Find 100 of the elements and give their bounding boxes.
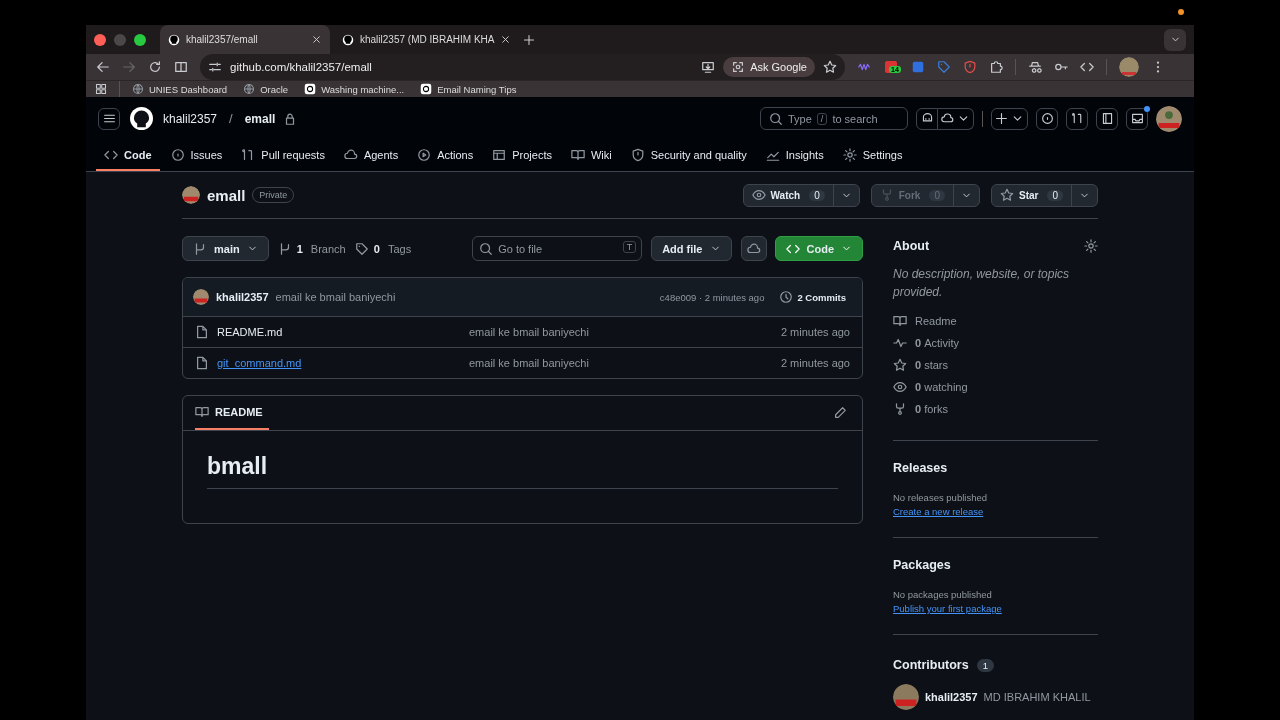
issue-icon [170, 147, 185, 162]
notification-dot [1144, 105, 1150, 112]
contributors-heading: Contributors [893, 658, 969, 672]
plus-icon[interactable] [523, 33, 536, 46]
site-settings-icon[interactable] [208, 60, 222, 74]
about-link[interactable]: 0 watching [915, 381, 968, 393]
repo-nav-tab[interactable]: Agents [335, 140, 407, 171]
book-icon [893, 314, 907, 328]
bookmark[interactable]: UNIES Dashboard [132, 83, 228, 95]
repo-nav-tab[interactable]: Projects [484, 140, 560, 171]
settings-icon[interactable] [1084, 239, 1098, 253]
create-release-link[interactable]: Create a new release [893, 506, 984, 517]
maximize-dot[interactable] [134, 33, 146, 46]
code-button[interactable]: Code [774, 236, 863, 261]
bookmark[interactable]: Email Naming Tips [420, 83, 517, 95]
about-link[interactable]: 0 Activity [915, 337, 960, 349]
contributors-count: 1 [976, 658, 994, 672]
about-link[interactable]: 0 forks [915, 403, 949, 415]
branch-button[interactable]: main [182, 236, 269, 261]
repo-nav-tab[interactable]: Issues [162, 140, 231, 171]
about-link[interactable]: 0 stars [915, 359, 949, 371]
minimize-dot[interactable] [114, 33, 126, 46]
puzzle-icon[interactable] [989, 60, 1003, 74]
user-avatar[interactable] [1156, 105, 1182, 132]
back-icon[interactable] [96, 60, 110, 74]
cloud-dropdown-button[interactable] [938, 107, 974, 130]
shield-extension-icon[interactable] [963, 60, 977, 74]
close-icon[interactable] [311, 34, 322, 45]
commit-hash-time[interactable]: c48e009 · 2 minutes ago [659, 291, 765, 303]
play-icon [417, 147, 432, 162]
edit-icon[interactable] [833, 406, 847, 420]
translate-extension-icon[interactable] [911, 60, 925, 74]
create-new-button[interactable] [991, 107, 1028, 130]
file-link[interactable]: git_command.md [217, 357, 461, 369]
reload-icon[interactable] [148, 60, 162, 74]
publish-package-link[interactable]: Publish your first package [893, 603, 1002, 614]
install-icon[interactable] [701, 60, 716, 74]
copilot-button[interactable] [916, 107, 938, 130]
bookmark[interactable]: Washing machine... [304, 83, 405, 95]
menu-button[interactable] [98, 107, 120, 130]
address-field[interactable]: github.com/khalil2357/emall [230, 61, 372, 73]
tab-search-button[interactable] [1164, 28, 1186, 51]
plus-icon [995, 112, 1008, 125]
split-view-icon[interactable] [174, 60, 188, 74]
star-icon [893, 358, 907, 372]
issue-icon [1040, 112, 1054, 125]
browser-tab[interactable]: khalil2357/emall [160, 25, 330, 54]
repo-nav-tab[interactable]: Actions [409, 140, 482, 171]
cloud-icon [941, 112, 954, 125]
globe-icon [243, 83, 256, 95]
repo-nav-tab[interactable]: Insights [757, 140, 832, 171]
file-link[interactable]: README.md [217, 326, 461, 338]
close-dot[interactable] [94, 33, 106, 46]
readme-tab[interactable]: README [195, 396, 269, 430]
repo-nav-tab[interactable]: Settings [834, 140, 911, 171]
file-commit-message[interactable]: email ke bmail baniyechi [469, 357, 773, 369]
codespaces-button[interactable] [740, 236, 767, 261]
pull-requests-button[interactable] [1066, 107, 1088, 130]
repo-nav-tab[interactable]: Wiki [562, 140, 620, 171]
search-field[interactable]: Type / to search [760, 107, 908, 130]
repo-nav-tab[interactable]: Pull requests [233, 140, 333, 171]
shortcut-key: T [622, 241, 637, 253]
about-link[interactable]: Readme [915, 315, 957, 327]
apps-icon[interactable] [95, 83, 107, 95]
close-icon[interactable] [500, 34, 512, 45]
file-commit-message[interactable]: email ke bmail baniyechi [469, 326, 773, 338]
add-file-button[interactable]: Add file [651, 236, 732, 261]
repositories-button[interactable] [1096, 107, 1118, 130]
commit-message[interactable]: email ke bmail baniyechi [275, 291, 396, 303]
bookmark[interactable]: Oracle [243, 83, 289, 95]
code-icon[interactable] [1080, 60, 1094, 74]
repo-link[interactable]: emall [244, 111, 276, 126]
branches-link[interactable]: 1 Branch [277, 241, 346, 256]
issues-button[interactable] [1036, 107, 1058, 130]
cloud-icon [746, 241, 761, 256]
file-icon [195, 325, 209, 339]
tags-link[interactable]: 0 Tags [354, 241, 412, 256]
inbox-button[interactable] [1126, 107, 1148, 130]
ask-google-button[interactable]: Ask Google [723, 57, 815, 77]
pull-request-icon [1070, 112, 1084, 125]
repo-nav-tab[interactable]: Code [96, 140, 160, 171]
owner-link[interactable]: khalil2357 [163, 111, 218, 126]
commit-author[interactable]: khalil2357 [216, 291, 269, 303]
star-icon[interactable] [823, 60, 837, 74]
browser-tab[interactable]: khalil2357 (MD IBRAHIM KHA [334, 25, 520, 54]
ring-icon [304, 83, 317, 95]
incognito-icon[interactable] [1028, 60, 1042, 74]
clock-icon [779, 290, 794, 304]
repo-nav-tab[interactable]: Security and quality [622, 140, 755, 171]
contributor-login[interactable]: khalil2357 [925, 691, 978, 703]
globe-icon [132, 83, 144, 95]
contributor-avatar[interactable] [893, 684, 919, 710]
cat-logo-icon[interactable] [130, 107, 153, 130]
cat-logo-icon [168, 33, 180, 46]
lens-icon [731, 60, 746, 74]
packages-note: No packages published [893, 589, 992, 600]
profile-avatar[interactable] [1119, 57, 1139, 77]
tag-extension-icon[interactable] [937, 60, 951, 74]
commits-link[interactable]: 2 Commits [779, 290, 846, 304]
cat-logo-icon [342, 33, 354, 46]
